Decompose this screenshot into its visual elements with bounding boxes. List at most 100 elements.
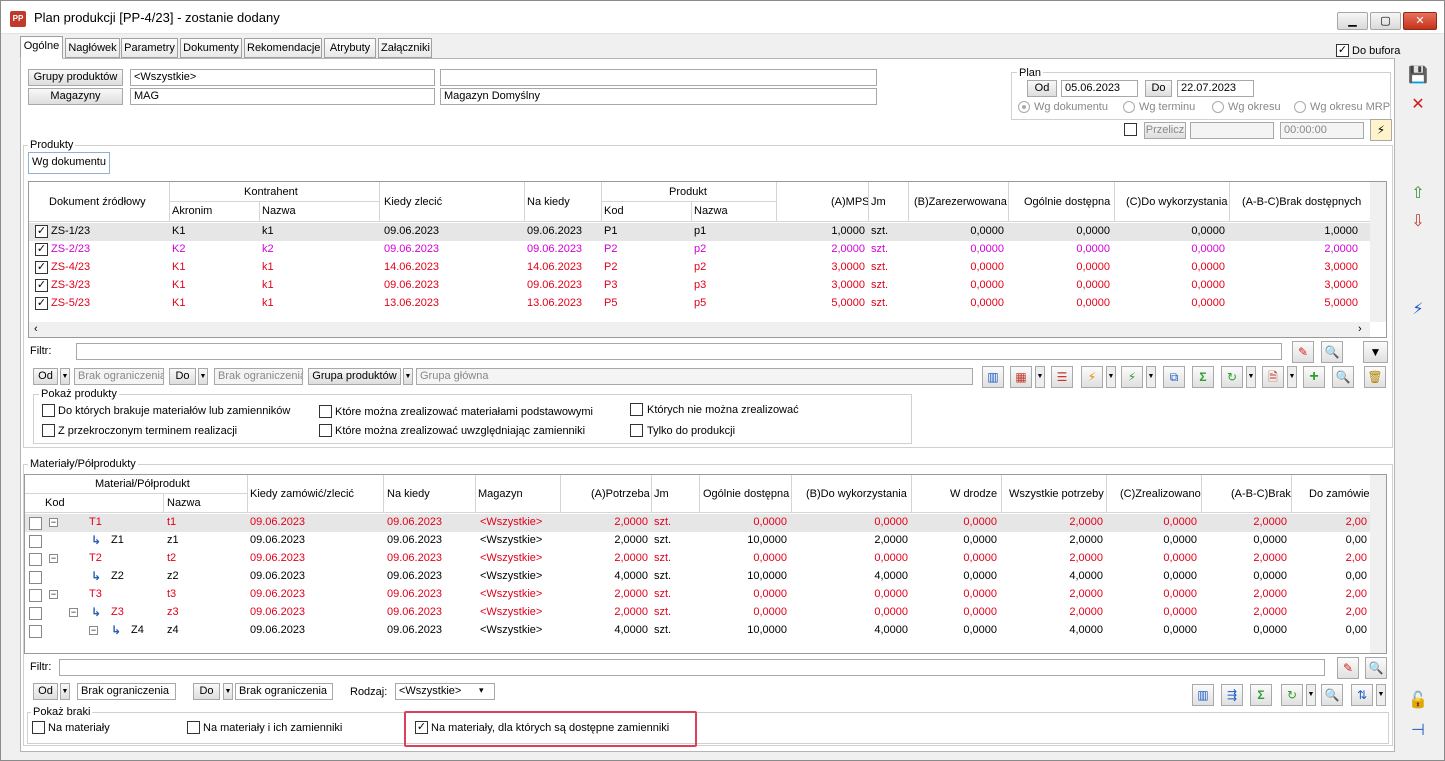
mhdr-do-zamowienia[interactable]: Do zamówie [1309, 488, 1370, 500]
materialy-do-input[interactable]: Brak ograniczenia [235, 683, 333, 700]
mhdr-nazwa[interactable]: Nazwa [167, 497, 201, 509]
materialy-sort-icon[interactable]: ⇅ [1351, 684, 1373, 706]
tree-collapse-icon[interactable]: − [49, 518, 58, 527]
cancel-icon[interactable]: ✕ [1406, 93, 1430, 117]
minimize-button[interactable]: ▁ [1337, 12, 1368, 30]
clear-filter-icon[interactable]: ✎ [1292, 341, 1314, 363]
row-checkbox[interactable]: ✓ [35, 261, 48, 274]
mhdr-brak[interactable]: (A-B-C)Brak [1231, 488, 1291, 500]
tree-collapse-icon[interactable]: − [49, 590, 58, 599]
hdr-dowyk[interactable]: (C)Do wykorzystania [1126, 196, 1227, 208]
mhdr-do-wyk[interactable]: (B)Do wykorzystania [806, 488, 907, 500]
przelicz-checkbox[interactable] [1124, 123, 1137, 136]
pin-icon[interactable]: ⊣ [1406, 719, 1430, 743]
row-checkbox[interactable] [29, 571, 42, 584]
grupa-produktow-dropdown[interactable]: ▼ [403, 368, 413, 385]
table-row[interactable]: ✓ ZS-5/23 K1 k1 13.06.2023 13.06.2023 P5 p5 5,00… [29, 295, 1370, 313]
sum-icon[interactable]: Σ [1192, 366, 1214, 388]
tab-zalaczniki[interactable]: Załączniki [378, 38, 432, 58]
row-checkbox[interactable]: ✓ [35, 279, 48, 292]
grupy-produktow-button[interactable]: Grupy produktów [28, 69, 123, 86]
hdr-akronim[interactable]: Akronim [172, 205, 212, 217]
braki-materialy-checkbox[interactable] [32, 721, 45, 734]
tab-atrybuty[interactable]: Atrybuty [324, 38, 376, 58]
radio-wg-okresu-mrp[interactable] [1294, 101, 1306, 113]
materialy-filter-builder-icon[interactable]: 🔍 [1365, 657, 1387, 679]
produkty-od-input[interactable]: Brak ograniczenia [74, 368, 164, 385]
pokaz-zamienniki-checkbox[interactable] [319, 424, 332, 437]
mhdr-wszystkie[interactable]: Wszystkie potrzeby [1009, 488, 1104, 500]
pokaz-brakuje-checkbox[interactable] [42, 404, 55, 417]
refresh-dropdown[interactable]: ▼ [1246, 366, 1256, 388]
radio-wg-okresu[interactable] [1212, 101, 1224, 113]
do-bufora-checkbox[interactable]: ✓ [1336, 44, 1349, 57]
przelicz-time[interactable]: 00:00:00 [1280, 122, 1364, 139]
table-row[interactable]: − ↳ Z3 z3 09.06.2023 09.06.2023 <Wszystkie> 2,0… [25, 604, 1370, 622]
list-icon[interactable]: ☰ [1051, 366, 1073, 388]
plan-od-button[interactable]: Od [1027, 80, 1057, 97]
produkty-do-input[interactable]: Brak ograniczenia [214, 368, 303, 385]
add-icon[interactable]: + [1303, 366, 1325, 388]
pokaz-nie-mozna-checkbox[interactable] [630, 403, 643, 416]
grupa-produktow-input[interactable]: Grupa główna [416, 368, 973, 385]
import-down-icon[interactable]: ⇩ [1406, 210, 1430, 234]
pokaz-przekroczony-checkbox[interactable] [42, 424, 55, 437]
hdr-jm[interactable]: Jm [871, 196, 886, 208]
table-row[interactable]: ✓ ZS-4/23 K1 k1 14.06.2023 14.06.2023 P2 p2 3,00… [29, 259, 1370, 277]
maximize-button[interactable]: ▢ [1370, 12, 1401, 30]
row-checkbox[interactable] [29, 517, 42, 530]
mhdr-zrealizowano[interactable]: (C)Zrealizowano [1120, 488, 1201, 500]
produkty-od-dropdown[interactable]: ▼ [60, 368, 70, 385]
materialy-filtr-input[interactable] [59, 659, 1325, 676]
row-checkbox[interactable] [29, 607, 42, 620]
tree-collapse-icon[interactable]: − [89, 626, 98, 635]
materialy-do-dropdown[interactable]: ▼ [223, 683, 233, 700]
generate-icon[interactable]: ⚡ [1406, 298, 1430, 322]
magazyny-field[interactable]: MAG [130, 88, 435, 105]
produkty-hscroll[interactable] [29, 322, 1370, 337]
mhdr-ogolnie[interactable]: Ogólnie dostępna [703, 488, 789, 500]
braki-zamienniki-checkbox[interactable] [187, 721, 200, 734]
materialy-sum-icon[interactable]: Σ [1250, 684, 1272, 706]
magazyny-button[interactable]: Magazyny [28, 88, 123, 105]
close-window-button[interactable]: ✕ [1403, 12, 1437, 30]
produkty-vscroll[interactable] [1370, 182, 1386, 322]
hdr-na-kiedy[interactable]: Na kiedy [527, 196, 570, 208]
mhdr-na-kiedy[interactable]: Na kiedy [387, 488, 430, 500]
plan-do-button[interactable]: Do [1145, 80, 1172, 97]
mhdr-kiedy[interactable]: Kiedy zamówić/zlecić [250, 488, 354, 500]
generate-orange-icon[interactable]: ⚡ [1081, 366, 1103, 388]
tab-dokumenty[interactable]: Dokumenty [180, 38, 242, 58]
hdr-brak[interactable]: (A-B-C)Brak dostępnych [1242, 196, 1361, 208]
chart-icon[interactable]: ▥ [982, 366, 1004, 388]
delete-icon[interactable]: 🗑 [1364, 366, 1386, 388]
tree-collapse-icon[interactable]: − [49, 554, 58, 563]
table-row[interactable]: ↳ Z1 z1 09.06.2023 09.06.2023 <Wszystkie> 2,00… [25, 532, 1370, 550]
tree-collapse-icon[interactable]: − [69, 608, 78, 617]
materialy-do-button[interactable]: Do [193, 683, 220, 700]
generate-orange-dropdown[interactable]: ▼ [1106, 366, 1116, 388]
hdr-pnazwa[interactable]: Nazwa [694, 205, 728, 217]
radio-wg-dokumentu[interactable] [1018, 101, 1030, 113]
subtab-wg-dokumentu[interactable]: Wg dokumentu [28, 152, 110, 174]
plan-do-date[interactable]: 22.07.2023 [1177, 80, 1254, 97]
materialy-refresh-dropdown[interactable]: ▼ [1306, 684, 1316, 706]
produkty-do-dropdown[interactable]: ▼ [198, 368, 208, 385]
document-dropdown[interactable]: ▼ [1287, 366, 1297, 388]
materialy-vscroll[interactable] [1370, 475, 1386, 653]
scroll-right-icon[interactable]: › [1358, 323, 1362, 335]
filter-builder-icon[interactable]: 🔍 [1321, 341, 1343, 363]
filter-expand-icon[interactable]: ▼ [1363, 341, 1388, 363]
hdr-dokument[interactable]: Dokument źródłowy [49, 196, 146, 208]
materialy-refresh-icon[interactable]: ↻ [1281, 684, 1303, 706]
przelicz-button[interactable]: Przelicz [1144, 122, 1186, 139]
table-row[interactable]: − ↳ Z4 z4 09.06.2023 09.06.2023 <Wszystkie> 4,0… [25, 622, 1370, 640]
refresh-icon[interactable]: ↻ [1221, 366, 1243, 388]
row-checkbox[interactable] [29, 625, 42, 638]
generate-green-icon[interactable]: ⚡ [1121, 366, 1143, 388]
materialy-sort-dropdown[interactable]: ▼ [1376, 684, 1386, 706]
grid-icon[interactable]: ▦ [1010, 366, 1032, 388]
table-row[interactable]: − T2 t2 09.06.2023 09.06.2023 <Wszystkie> 2,00… [25, 550, 1370, 568]
materialy-od-dropdown[interactable]: ▼ [60, 683, 70, 700]
copy-icon[interactable]: ⧉ [1163, 366, 1185, 388]
